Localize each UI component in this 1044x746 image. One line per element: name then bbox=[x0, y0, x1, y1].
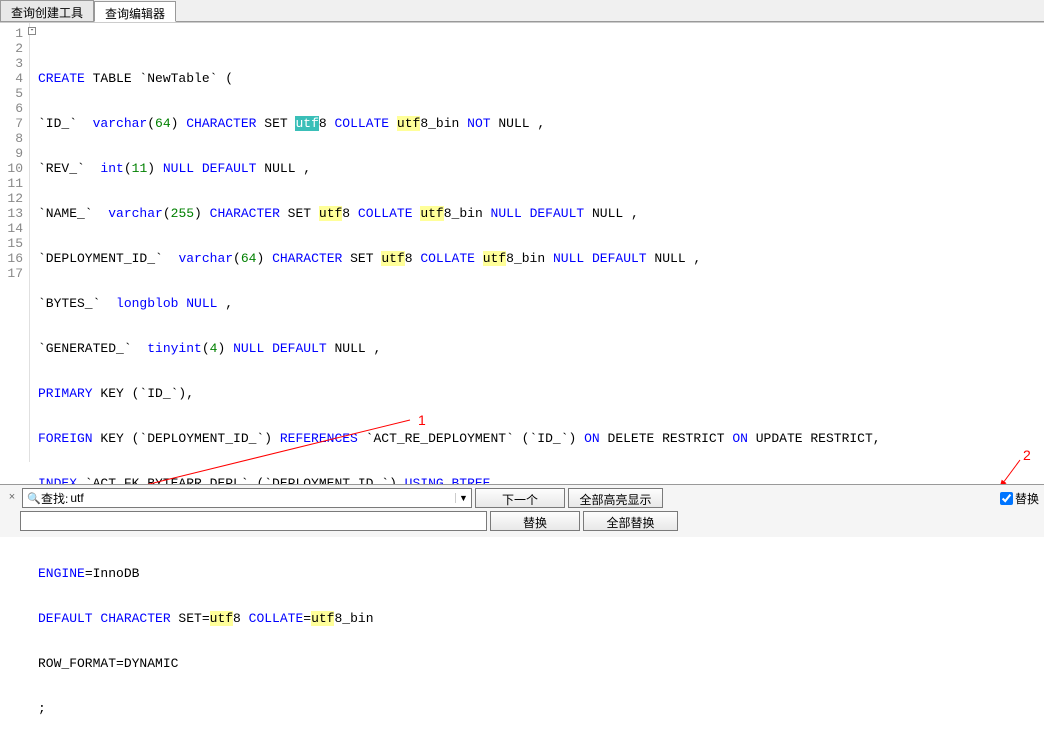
line-number: 10 bbox=[0, 161, 23, 176]
close-icon[interactable]: × bbox=[5, 491, 19, 505]
tab-query-builder[interactable]: 查询创建工具 bbox=[0, 0, 94, 21]
line-gutter: 1 2 3 4 5 6 7 8 9 10 11 12 13 14 15 16 1… bbox=[0, 23, 30, 462]
search-label: 查找: bbox=[41, 490, 68, 507]
tab-query-editor[interactable]: 查询编辑器 bbox=[94, 1, 176, 22]
sql-editor[interactable]: 1 2 3 4 5 6 7 8 9 10 11 12 13 14 15 16 1… bbox=[0, 22, 1044, 462]
line-number: 13 bbox=[0, 206, 23, 221]
search-panel: × 🔍 查找: ▼ 下一个 全部高亮显示 替换 替换 全部替换 bbox=[0, 484, 1044, 537]
line-number: 5 bbox=[0, 86, 23, 101]
replace-all-button[interactable]: 全部替换 bbox=[583, 511, 678, 531]
replace-input[interactable] bbox=[20, 511, 487, 531]
line-number: 15 bbox=[0, 236, 23, 251]
line-number: 7 bbox=[0, 116, 23, 131]
replace-checkbox-label: 替换 bbox=[1015, 490, 1039, 507]
highlight-all-button[interactable]: 全部高亮显示 bbox=[568, 488, 663, 508]
replace-checkbox[interactable] bbox=[1000, 492, 1013, 505]
search-icon: 🔍 bbox=[27, 492, 41, 505]
line-number: 1 bbox=[0, 26, 23, 41]
line-number: 12 bbox=[0, 191, 23, 206]
search-field-wrap: 🔍 查找: ▼ bbox=[22, 488, 472, 508]
line-number: 6 bbox=[0, 101, 23, 116]
tab-bar: 查询创建工具 查询编辑器 bbox=[0, 0, 1044, 22]
line-number: 9 bbox=[0, 146, 23, 161]
line-number: 8 bbox=[0, 131, 23, 146]
line-number: 3 bbox=[0, 56, 23, 71]
line-number: 16 bbox=[0, 251, 23, 266]
line-number: 4 bbox=[0, 71, 23, 86]
next-button[interactable]: 下一个 bbox=[475, 488, 565, 508]
line-number: 11 bbox=[0, 176, 23, 191]
line-number: 2 bbox=[0, 41, 23, 56]
search-input[interactable] bbox=[70, 491, 455, 505]
line-number: 17 bbox=[0, 266, 23, 281]
replace-checkbox-wrap[interactable]: 替换 bbox=[1000, 490, 1039, 507]
fold-icon[interactable]: - bbox=[28, 27, 36, 35]
replace-button[interactable]: 替换 bbox=[490, 511, 580, 531]
line-number: 14 bbox=[0, 221, 23, 236]
dropdown-icon[interactable]: ▼ bbox=[455, 493, 471, 503]
code-area[interactable]: - CREATE TABLE `NewTable` ( `ID_` varcha… bbox=[30, 23, 1044, 462]
